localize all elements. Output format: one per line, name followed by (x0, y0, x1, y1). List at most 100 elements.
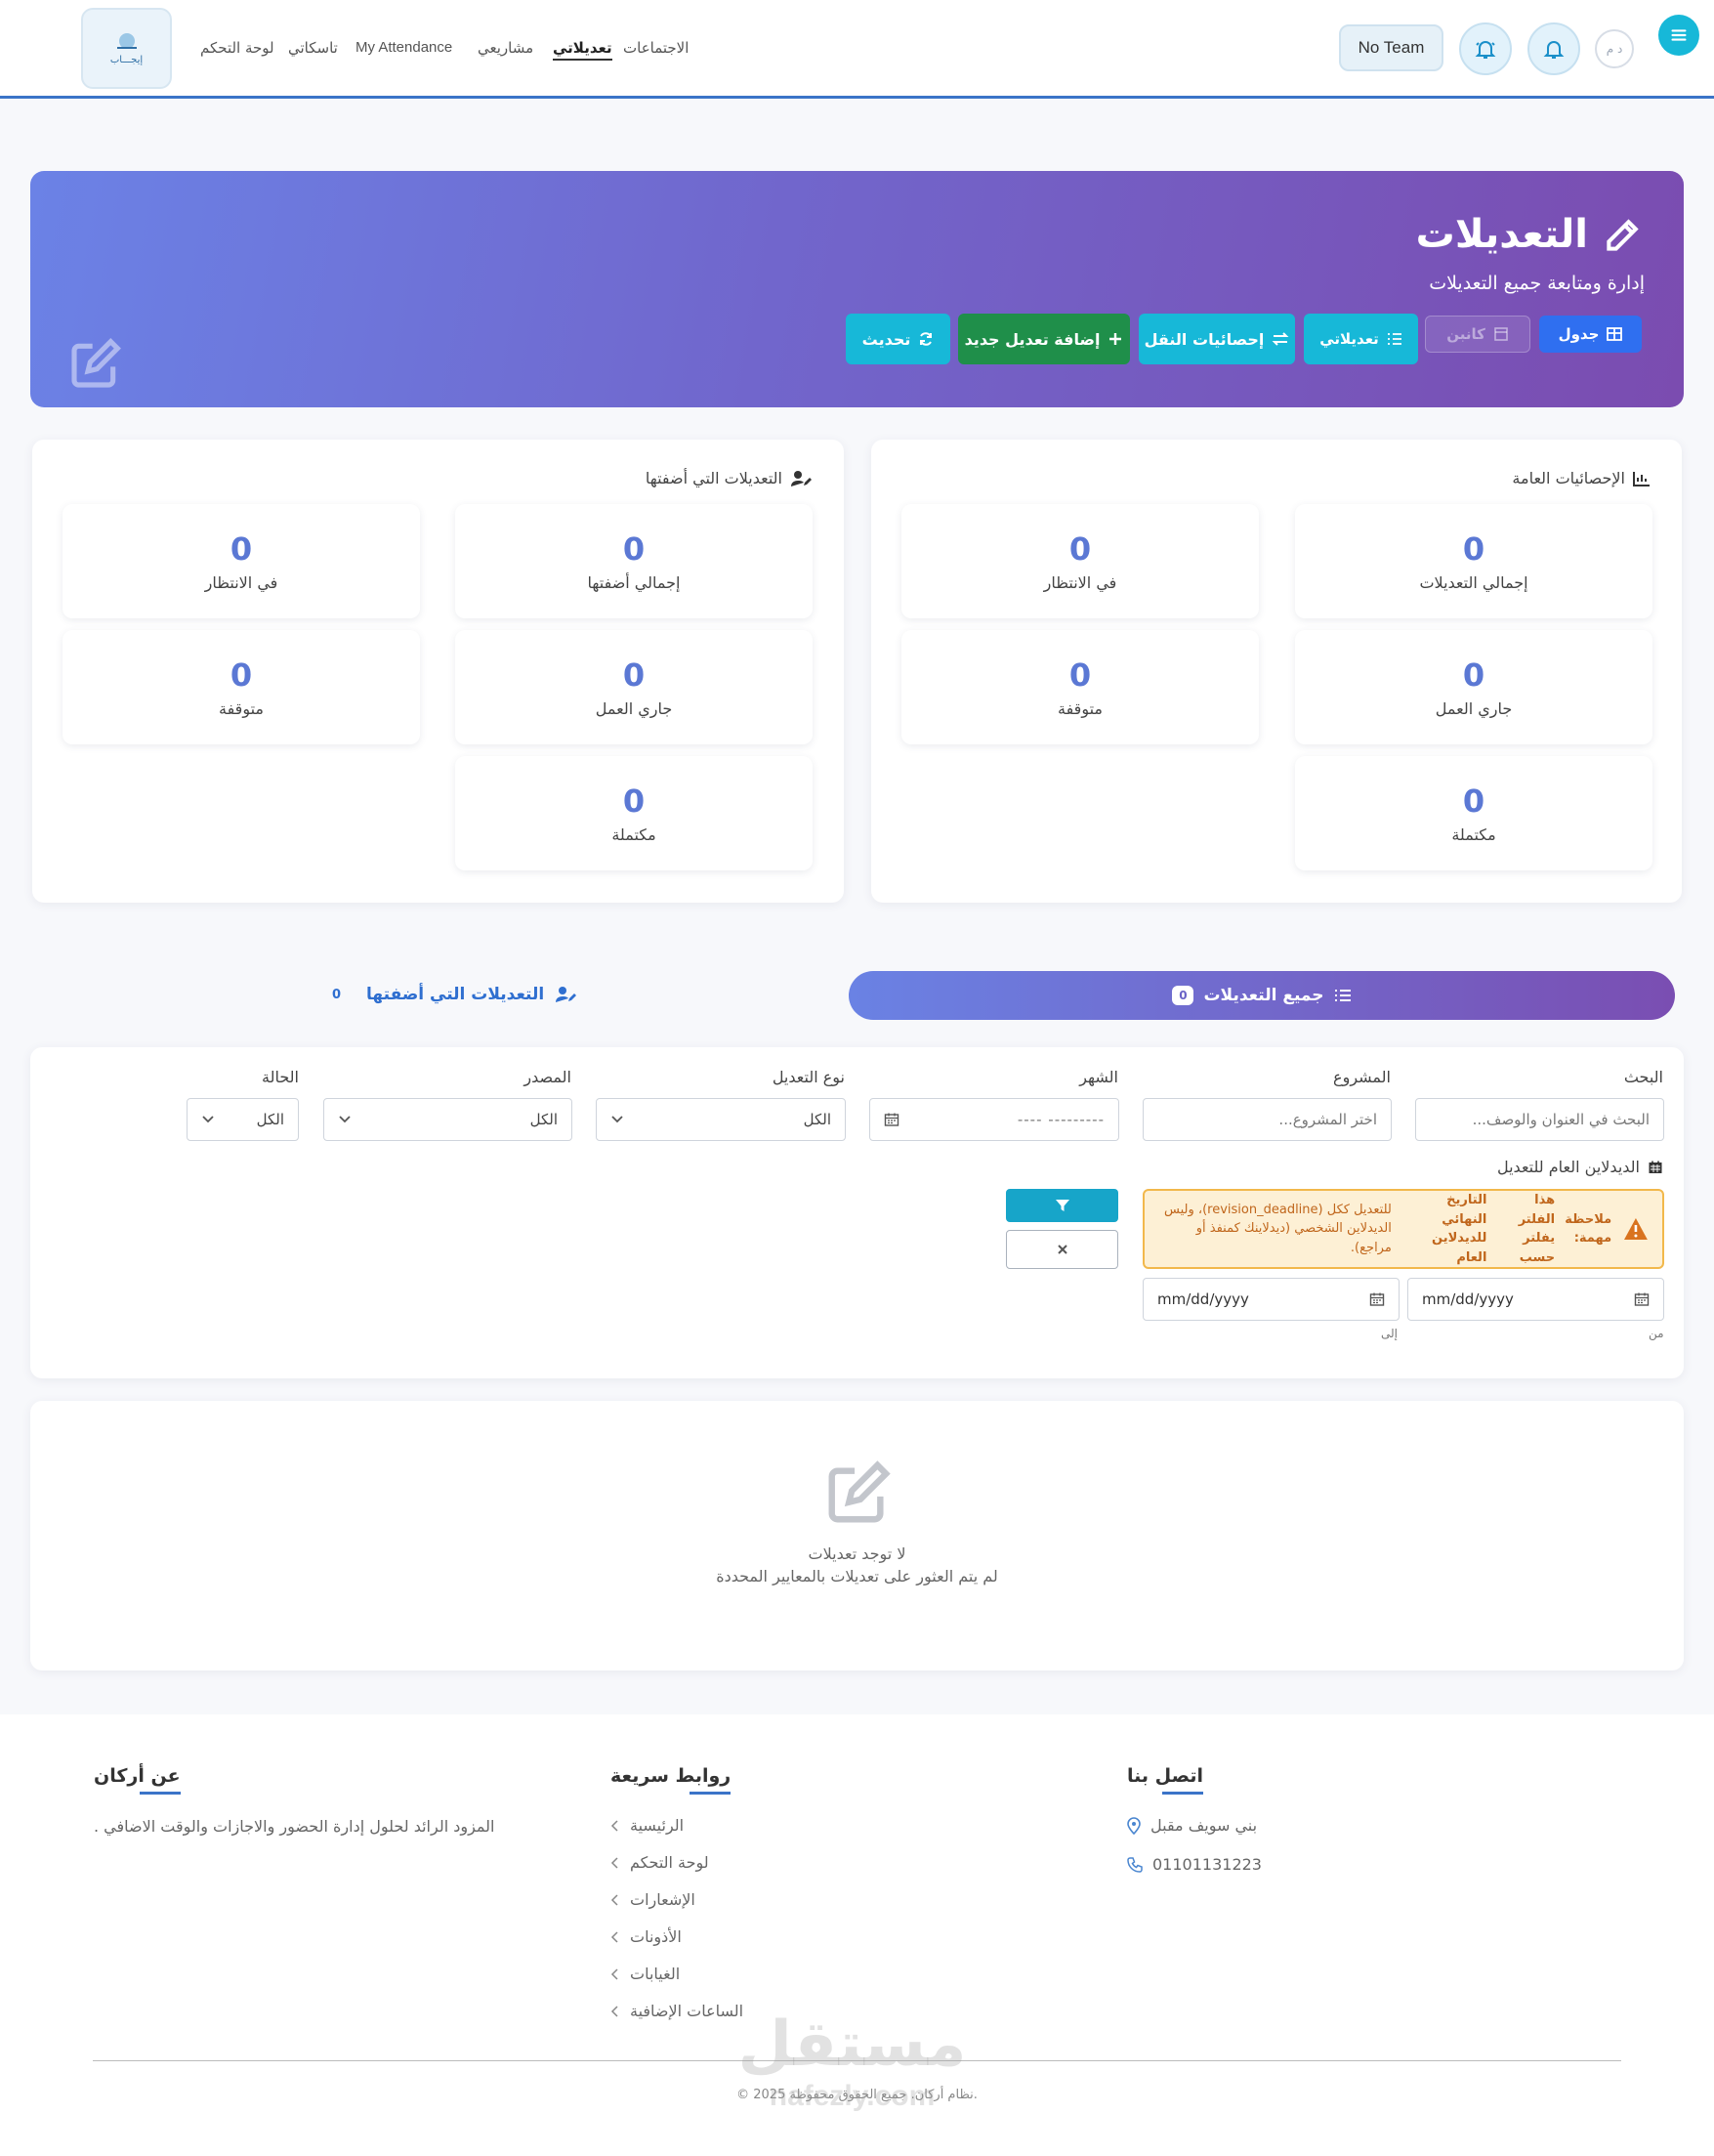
my-stats-panel: التعديلات التي أضفتها 0 إجمالي أضفتها 0 … (32, 440, 844, 903)
my-stat-card-paused: 0 متوقفة (63, 630, 420, 744)
stat-value: 0 (622, 656, 646, 694)
bell-icon (1543, 41, 1565, 59)
logo-mark-icon (116, 33, 137, 49)
search-label: البحث (1623, 1068, 1663, 1086)
bell-ring-icon (1475, 41, 1496, 59)
chevron-down-icon (611, 1116, 623, 1123)
exchange-icon (1272, 332, 1289, 346)
tab-count-badge: 0 (1172, 986, 1194, 1005)
brand-logo[interactable]: إيجـــاب (81, 8, 172, 89)
type-select[interactable]: الكل (596, 1098, 846, 1141)
chevron-left-icon (610, 2005, 618, 2017)
user-edit-icon (791, 470, 812, 486)
footer-about-title: عن أركان (94, 1765, 181, 1795)
footer-links-title: روابط سريعة (610, 1765, 732, 1795)
add-revision-button[interactable]: إضافة تعديل جديد (958, 314, 1130, 364)
stat-card-total: 0 إجمالي التعديلات (1295, 504, 1652, 618)
chevron-left-icon (610, 1819, 618, 1832)
calendar-icon (884, 1113, 899, 1126)
nav-link-my-revisions[interactable]: تعديلاتي (553, 39, 612, 61)
view-table-button[interactable]: جدول (1539, 316, 1642, 353)
revisions-list-panel: لا توجد تعديلات لم يتم العثور على تعديلا… (30, 1401, 1684, 1670)
top-navbar: د م No Team الاجتماعات تعديلاتي مشاريعي … (0, 0, 1714, 99)
nav-link-attendance[interactable]: My Attendance (355, 39, 452, 56)
footer-contact-title: اتصل بنا (1127, 1765, 1203, 1795)
stat-value: 0 (622, 530, 646, 568)
transfer-stats-button[interactable]: إحصائيات النقل (1139, 314, 1295, 364)
deadline-to-input[interactable]: mm/dd/yyyy (1143, 1278, 1400, 1321)
footer-about-text: المزود الرائد لحلول إدارة الحضور والاجاز… (94, 1817, 495, 1836)
list-icon (1334, 990, 1351, 1001)
tab-my-revisions[interactable]: التعديلات التي أضفتها 0 (332, 985, 577, 1004)
month-picker[interactable]: --------- ---- (869, 1098, 1119, 1141)
footer-phone[interactable]: 01101131223 (1127, 1855, 1262, 1874)
calendar-icon (1649, 1161, 1662, 1173)
note-part-3: للتعديل ككل (revision_deadline)، وليس ال… (1164, 1202, 1392, 1255)
table-icon (1607, 327, 1623, 341)
team-badge[interactable]: No Team (1339, 24, 1443, 71)
stat-label: مكتملة (1451, 825, 1496, 844)
phone-icon (1127, 1856, 1143, 1873)
footer-link-home[interactable]: الرئيسية (610, 1816, 684, 1835)
my-revisions-button[interactable]: تعديلاتي (1304, 314, 1418, 364)
footer-link-notifications[interactable]: الإشعارات (610, 1890, 695, 1909)
search-input[interactable]: البحث في العنوان والوصف... (1415, 1098, 1664, 1141)
general-stats-title: الإحصائيات العامة (1512, 469, 1651, 487)
list-check-icon (1387, 333, 1401, 345)
stat-value: 0 (622, 782, 646, 820)
user-edit-icon (556, 987, 577, 1002)
warning-triangle-icon (1624, 1218, 1649, 1240)
status-label: الحالة (262, 1068, 299, 1086)
calendar-icon (1634, 1292, 1650, 1306)
type-label: نوع التعديل (772, 1068, 845, 1086)
stat-value: 0 (1068, 530, 1092, 568)
stat-label: متوقفة (1058, 699, 1103, 718)
refresh-button[interactable]: تحديث (846, 314, 950, 364)
stat-card-in-progress: 0 جاري العمل (1295, 630, 1652, 744)
clear-filter-button[interactable] (1006, 1230, 1118, 1269)
map-pin-icon (1127, 1816, 1141, 1835)
stat-value: 0 (230, 656, 253, 694)
nav-link-my-tasks[interactable]: تاسكاتي (288, 39, 338, 57)
chevron-left-icon (610, 1856, 618, 1869)
source-select[interactable]: الكل (323, 1098, 572, 1141)
kanban-icon (1494, 327, 1508, 341)
chevron-left-icon (610, 1930, 618, 1943)
logo-text: إيجـــاب (109, 55, 144, 65)
stat-label: إجمالي التعديلات (1419, 573, 1528, 592)
notifications-button[interactable] (1527, 22, 1580, 75)
footer-link-dashboard[interactable]: لوحة التحكم (610, 1853, 709, 1872)
note-part-1: هذا الفلتر يفلتر حسب (1518, 1193, 1556, 1265)
nav-link-dashboard[interactable]: لوحة التحكم (200, 39, 274, 57)
nav-link-meetings[interactable]: الاجتماعات (623, 39, 689, 57)
stat-label: في الانتظار (204, 573, 278, 592)
tab-all-revisions[interactable]: جميع التعديلات 0 (849, 971, 1675, 1020)
alerts-button[interactable] (1459, 22, 1512, 75)
my-stats-title: التعديلات التي أضفتها (646, 469, 812, 487)
view-kanban-button[interactable]: كانبن (1425, 316, 1530, 353)
refresh-icon (920, 332, 933, 346)
stat-label: في الانتظار (1043, 573, 1117, 592)
apply-filter-button[interactable] (1006, 1189, 1118, 1222)
chevron-left-icon (610, 1893, 618, 1906)
stat-card-paused: 0 متوقفة (901, 630, 1259, 744)
deadline-from-input[interactable]: mm/dd/yyyy (1407, 1278, 1664, 1321)
user-avatar[interactable]: د م (1595, 29, 1634, 68)
empty-title: لا توجد تعديلات (808, 1544, 906, 1563)
stat-value: 0 (1462, 656, 1485, 694)
stat-value: 0 (1462, 530, 1485, 568)
note-prefix: ملاحظة مهمة: (1565, 1211, 1612, 1247)
footer-link-absences[interactable]: الغيابات (610, 1965, 680, 1983)
tab-count: 0 (332, 987, 342, 1002)
edit-icon (1607, 219, 1639, 251)
stat-card-pending: 0 في الانتظار (901, 504, 1259, 618)
project-select[interactable]: اختر المشروع... (1143, 1098, 1392, 1141)
my-stat-card-completed: 0 مكتملة (455, 756, 813, 870)
status-select[interactable]: الكل (187, 1098, 299, 1141)
nav-link-my-projects[interactable]: مشاريعي (478, 39, 533, 57)
menu-button[interactable] (1658, 15, 1699, 56)
footer-link-permissions[interactable]: الأذونات (610, 1927, 682, 1946)
stat-label: إجمالي أضفتها (587, 573, 681, 592)
page-title: التعديلات (1416, 212, 1645, 257)
stat-label: مكتملة (611, 825, 656, 844)
